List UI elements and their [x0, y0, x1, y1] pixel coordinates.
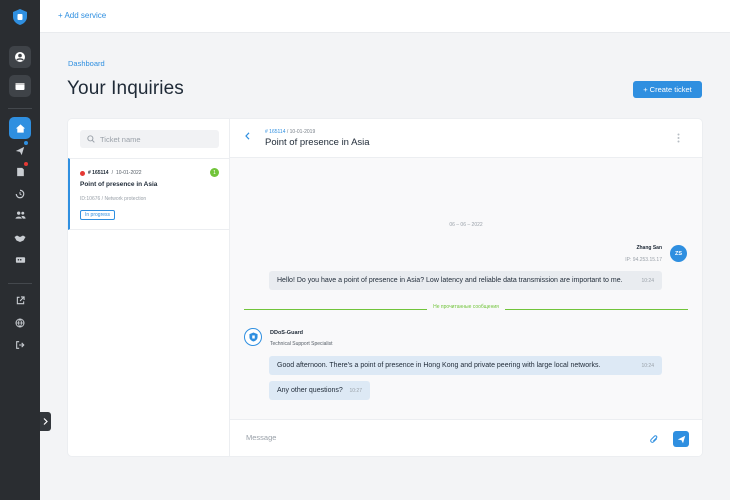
shield-icon	[248, 332, 258, 342]
sidebar	[0, 0, 40, 500]
unread-divider: Не прочитанные сообщения	[244, 304, 688, 314]
sidebar-item-send[interactable]	[13, 144, 27, 158]
message-time: 10:24	[641, 277, 654, 284]
message-time: 10:24	[641, 362, 654, 369]
ticket-meta: # 165114 / 10-01-2022	[80, 170, 142, 176]
chat-panel: # 165114 / 10-01-2019 Point of presence …	[230, 119, 702, 456]
message-text: Good afternoon. There's a point of prese…	[277, 362, 601, 369]
unread-badge: 1	[210, 168, 219, 177]
send-button[interactable]	[673, 431, 689, 447]
agent-message: Good afternoon. There's a point of prese…	[269, 356, 662, 375]
sidebar-item-history[interactable]	[13, 187, 27, 201]
composer: Message	[230, 419, 702, 456]
send-icon	[15, 146, 25, 156]
logout-icon	[16, 341, 25, 349]
chat-ticket-id[interactable]: # 165114	[265, 129, 285, 135]
sidebar-item-partners[interactable]	[13, 231, 27, 245]
sidebar-item-servers[interactable]	[13, 253, 27, 267]
chevron-right-icon	[43, 418, 48, 425]
user-message: Hello! Do you have a point of presence i…	[269, 271, 662, 290]
ticket-date: 10-01-2022	[115, 170, 142, 176]
page-title: Your Inquiries	[67, 78, 184, 99]
chat-meta: # 165114 / 10-01-2019	[265, 129, 315, 135]
breadcrumb[interactable]: Dashboard	[68, 59, 105, 68]
send-icon	[677, 435, 685, 443]
users-icon	[14, 211, 26, 219]
unread-label: Не прочитанные сообщения	[427, 304, 505, 310]
agent-avatar	[244, 328, 262, 346]
attach-button[interactable]	[650, 432, 659, 450]
search-icon	[87, 135, 95, 143]
account-button[interactable]	[9, 46, 31, 68]
sidebar-item-home[interactable]	[9, 117, 31, 139]
sidebar-item-external[interactable]	[13, 293, 27, 307]
create-ticket-button[interactable]: + Create ticket	[633, 81, 702, 98]
paperclip-icon	[650, 435, 658, 443]
history-icon	[15, 189, 25, 199]
message-list: 06 – 06 – 2022 Zhang San IP: 94.253.15.1…	[230, 158, 702, 419]
status-badge: In progress	[80, 210, 116, 220]
search-input[interactable]: Ticket name	[100, 135, 141, 144]
inquiries-card: Ticket name # 165114 / 10-01-2022 1 Poin…	[68, 119, 702, 456]
home-icon	[15, 123, 25, 133]
sidebar-item-logout[interactable]	[13, 338, 27, 352]
search-field[interactable]: Ticket name	[80, 130, 219, 148]
agent-role: Technical Support Specialist	[270, 341, 333, 347]
chat-sep: /	[286, 129, 289, 135]
ticket-item[interactable]: # 165114 / 10-01-2022 1 Point of presenc…	[68, 158, 229, 230]
sidebar-expand-button[interactable]	[40, 412, 51, 431]
ticket-id: # 165114	[88, 170, 109, 176]
ticket-title: Point of presence in Asia	[80, 181, 158, 188]
handshake-icon	[14, 235, 26, 242]
globe-icon	[15, 318, 25, 328]
sidebar-item-documents[interactable]	[13, 165, 27, 179]
ticket-list: Ticket name # 165114 / 10-01-2022 1 Poin…	[68, 119, 230, 456]
message-input[interactable]: Message	[246, 433, 276, 442]
server-icon	[15, 257, 25, 263]
document-icon	[16, 167, 24, 177]
shield-logo-icon[interactable]	[11, 8, 29, 26]
sidebar-divider	[8, 108, 32, 109]
user-name: Zhang San	[636, 245, 662, 251]
topbar: + Add service	[40, 0, 730, 33]
chat-date: 10-01-2019	[289, 129, 316, 135]
ticket-subtitle: ID:10676 / Network protection	[80, 196, 147, 202]
priority-dot	[80, 170, 85, 176]
avatar: ZS	[670, 245, 687, 262]
kebab-icon	[677, 133, 680, 143]
date-separator: 06 – 06 – 2022	[449, 222, 483, 228]
chevron-left-icon	[245, 132, 250, 140]
add-service-link[interactable]: + Add service	[58, 11, 106, 20]
alert-dot	[24, 162, 28, 166]
message-time: 10:27	[349, 387, 362, 394]
wallet-icon	[15, 83, 25, 90]
sidebar-divider	[8, 283, 32, 284]
ticket-sep: /	[111, 170, 113, 176]
user-ip: IP: 94.253.15.17	[625, 257, 662, 263]
chat-header: # 165114 / 10-01-2019 Point of presence …	[230, 119, 702, 158]
agent-name: DDoS-Guard	[270, 330, 303, 336]
sidebar-item-language[interactable]	[13, 316, 27, 330]
user-icon	[15, 52, 25, 62]
agent-message: Any other questions? 10:27	[269, 381, 370, 400]
chat-title: Point of presence in Asia	[265, 137, 370, 148]
external-link-icon	[16, 295, 25, 304]
message-text: Any other questions?	[277, 387, 343, 394]
wallet-button[interactable]	[9, 75, 31, 97]
kebab-menu-button[interactable]	[677, 133, 680, 143]
back-button[interactable]	[245, 132, 250, 143]
message-text: Hello! Do you have a point of presence i…	[277, 277, 623, 284]
notification-dot	[24, 141, 28, 145]
sidebar-item-users[interactable]	[13, 208, 27, 222]
